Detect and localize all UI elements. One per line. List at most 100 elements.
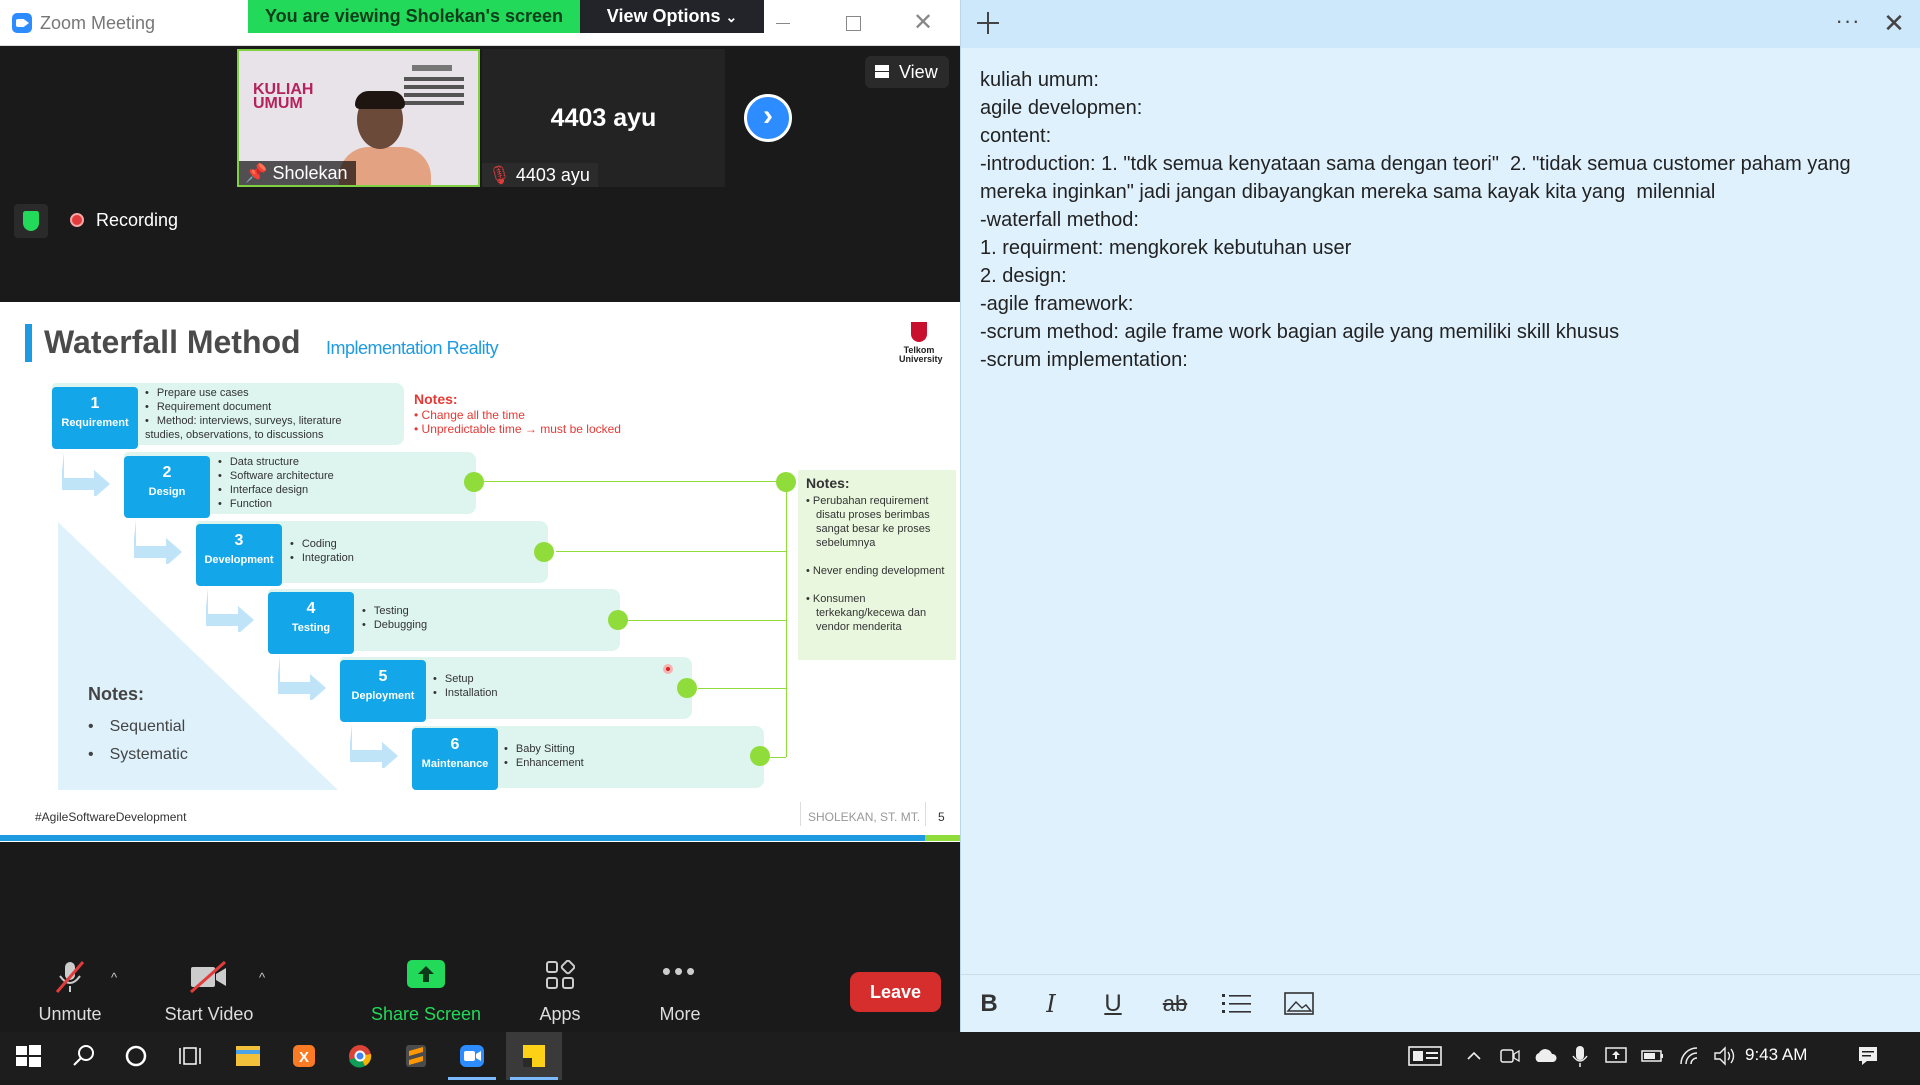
audio-options-caret[interactable]: ^ [111, 970, 117, 985]
window-title: Zoom Meeting [40, 13, 156, 33]
step-6-bullets: Baby SittingEnhancement [504, 742, 584, 770]
clock[interactable]: 9:43 AM [1745, 1045, 1807, 1065]
note-line: -waterfall method: [980, 209, 1139, 231]
insert-image-button[interactable] [1279, 985, 1319, 1023]
meeting-toolbar: Unmute ^ Start Video ^ Share Screen Apps… [0, 942, 960, 1032]
taskbar-sublime-text[interactable] [388, 1032, 444, 1080]
flow-arrow [350, 724, 398, 768]
news-icon[interactable] [1408, 1044, 1444, 1068]
unmute-button[interactable]: Unmute [24, 942, 116, 1032]
strikethrough-button[interactable]: ab [1155, 985, 1195, 1023]
view-options-label: View Options [606, 6, 721, 26]
participant-tile-sholekan[interactable]: KULIAH UMUM 📌 Sholekan [237, 49, 480, 187]
slide-bottom-bar [0, 835, 925, 841]
start-button[interactable] [0, 1032, 56, 1080]
flow-arrow [206, 588, 254, 632]
search-button[interactable] [56, 1032, 112, 1080]
connector-dot [776, 472, 796, 492]
sticky-notes-icon [523, 1045, 545, 1067]
list-icon [1222, 994, 1251, 1013]
apps-button[interactable]: Apps [520, 942, 600, 1032]
volume-icon[interactable] [1712, 1044, 1738, 1068]
start-video-button[interactable]: Start Video [158, 942, 260, 1032]
apps-icon [546, 960, 575, 989]
video-off-icon [190, 960, 226, 994]
windows-icon [16, 1045, 41, 1067]
note-text-area[interactable]: kuliah umum: agile developmen: content: … [980, 66, 1910, 374]
recording-indicator[interactable]: Recording [70, 210, 178, 231]
italic-button[interactable]: I [1031, 985, 1071, 1023]
note-line: agile developmen: [980, 97, 1143, 119]
svg-text:X: X [299, 1049, 309, 1066]
shared-screen-slide: Waterfall Method Implementation Reality … [0, 302, 960, 842]
taskbar-zoom[interactable] [444, 1032, 500, 1080]
step-4-box: 4 Testing [268, 592, 354, 654]
cortana-icon [125, 1045, 147, 1067]
connector-line [628, 620, 786, 621]
zoom-titlebar: Zoom Meeting You are viewing Sholekan's … [0, 0, 960, 46]
flow-arrow [62, 452, 110, 496]
note-line: 2. design: [980, 265, 1067, 287]
onedrive-icon[interactable] [1532, 1044, 1560, 1068]
pin-icon: 📌 [245, 163, 268, 183]
participant-tile-ayu[interactable]: 4403 ayu 🎙 4403 ayu [482, 49, 725, 187]
zoom-window: Zoom Meeting You are viewing Sholekan's … [0, 0, 960, 1032]
taskbar-file-explorer[interactable] [220, 1032, 276, 1080]
video-options-caret[interactable]: ^ [259, 970, 265, 985]
security-shield-icon[interactable] [14, 204, 48, 238]
underline-button[interactable]: U [1093, 985, 1133, 1023]
chevron-right-icon: › [763, 99, 773, 132]
more-dots-icon: ··· [1835, 8, 1861, 33]
step-2-box: 2 Design [124, 456, 210, 518]
participant-video [339, 91, 431, 185]
step-5-box: 5 Deployment [340, 660, 426, 722]
menu-button[interactable]: ··· [1833, 8, 1863, 38]
sticky-note-window: ··· ✕ kuliah umum: agile developmen: con… [960, 0, 1920, 1032]
battery-icon[interactable] [1640, 1044, 1666, 1068]
close-button[interactable]: ✕ [910, 10, 936, 36]
note-line: -agile framework: [980, 293, 1134, 315]
search-icon [73, 1045, 94, 1066]
connector-dot [464, 472, 484, 492]
mic-muted-icon: 🎙 [488, 165, 511, 185]
next-page-button[interactable]: › [744, 94, 792, 142]
sublime-text-icon [406, 1045, 426, 1067]
more-button[interactable]: ••• More [640, 942, 720, 1032]
more-dots-icon: ••• [661, 956, 699, 986]
step-1-bullets: Prepare use casesRequirement documentMet… [145, 386, 375, 442]
bold-button[interactable]: B [969, 985, 1009, 1023]
participant-name-tag: 📌 Sholekan [239, 161, 356, 185]
note-line: -introduction: 1. "tdk semua kenyataan s… [980, 153, 1857, 203]
video-slide-text: KULIAH UMUM [253, 81, 314, 112]
step-6-box: 6 Maintenance [412, 728, 498, 790]
share-screen-button[interactable]: Share Screen [370, 942, 482, 1032]
task-view-button[interactable] [164, 1032, 220, 1080]
chevron-up-icon[interactable] [1464, 1044, 1484, 1068]
add-note-button[interactable] [973, 8, 1003, 38]
meet-now-icon[interactable] [1498, 1044, 1522, 1068]
minimize-button[interactable] [770, 10, 796, 36]
taskbar-sticky-notes[interactable] [506, 1032, 562, 1080]
image-icon [1284, 992, 1314, 1015]
cortana-button[interactable] [112, 1032, 168, 1080]
zoom-icon [460, 1045, 484, 1067]
microphone-icon[interactable] [1570, 1044, 1590, 1068]
taskbar-chrome[interactable] [332, 1032, 388, 1080]
view-button[interactable]: View [865, 56, 949, 88]
title-accent-bar [25, 324, 32, 362]
taskbar-xampp[interactable]: X [276, 1032, 332, 1080]
close-note-button[interactable]: ✕ [1879, 8, 1909, 38]
notification-icon[interactable] [1856, 1044, 1880, 1068]
maximize-button[interactable] [840, 10, 866, 36]
screen-share-tray-icon[interactable] [1604, 1044, 1628, 1068]
format-toolbar: B I U ab [961, 974, 1920, 1032]
note-line: content: [980, 125, 1052, 147]
connector-line [556, 551, 786, 552]
participant-display-name: 4403 ayu [550, 104, 657, 132]
leave-button[interactable]: Leave [850, 972, 941, 1012]
wifi-icon[interactable] [1678, 1044, 1702, 1068]
view-options-button[interactable]: View Options ⌄ [580, 0, 764, 33]
footer-divider [925, 802, 926, 826]
record-icon [70, 213, 84, 227]
bullet-list-button[interactable] [1217, 985, 1257, 1023]
